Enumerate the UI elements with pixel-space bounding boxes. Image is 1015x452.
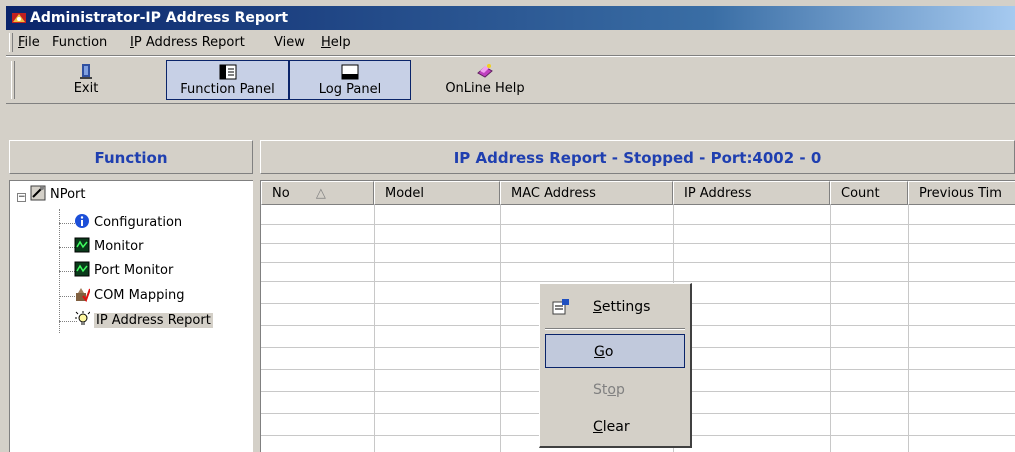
tree-item-label: IP Address Report (94, 313, 213, 328)
tree-item-port-monitor[interactable]: Port Monitor (74, 261, 173, 281)
title-bar[interactable]: Administrator-IP Address Report (6, 6, 1015, 30)
menubar-grip (9, 33, 13, 52)
column-header-ip-address[interactable]: IP Address (673, 181, 830, 205)
function-panel-button[interactable]: Function Panel (166, 60, 289, 100)
menu-file[interactable]: File (18, 34, 40, 52)
settings-menu-item[interactable]: Settings (545, 290, 685, 324)
tree-root-label: NPort (50, 187, 86, 202)
tree-item-configuration[interactable]: Configuration (74, 213, 182, 233)
collapse-icon[interactable]: − (17, 193, 26, 202)
port-monitor-icon (74, 261, 90, 277)
function-panel-label: Function Panel (180, 82, 275, 97)
log-panel-button[interactable]: Log Panel (289, 60, 411, 100)
menu-function[interactable]: Function (52, 34, 107, 52)
menu-ip-address-report[interactable]: IP Address Report (130, 34, 245, 52)
go-menu-item[interactable]: Go (545, 334, 685, 368)
panel-splitter[interactable] (253, 140, 259, 452)
function-panel-header: Function (9, 140, 253, 174)
toolbar-grip (11, 61, 15, 99)
clear-menu-item[interactable]: Clear (545, 410, 685, 444)
window-title: Administrator-IP Address Report (30, 10, 289, 26)
log-panel-label: Log Panel (318, 82, 382, 97)
grid-row-line (261, 243, 1015, 244)
tree-item-monitor[interactable]: Monitor (74, 237, 143, 257)
exit-label: Exit (73, 81, 99, 96)
menu-bar: File Function IP Address Report View Hel… (6, 30, 1015, 56)
exit-button[interactable]: Exit (61, 60, 111, 100)
sort-ascending-icon: △ (315, 186, 326, 201)
nport-device-icon (30, 185, 46, 201)
info-icon (75, 214, 89, 228)
toolbar: Exit Function Panel Log Panel OnLine Hel… (6, 56, 1015, 104)
grid-row-line (261, 224, 1015, 225)
column-header-count[interactable]: Count (830, 181, 908, 205)
stop-menu-item[interactable]: Stop (545, 373, 685, 407)
grid-row-line (261, 281, 1015, 282)
function-panel-icon (219, 64, 236, 80)
online-help-button[interactable]: OnLine Help (421, 60, 549, 100)
tree-item-com-mapping[interactable]: COM Mapping (74, 286, 184, 306)
help-book-icon (477, 64, 493, 78)
column-header-model[interactable]: Model (374, 181, 500, 205)
grid-row-line (261, 262, 1015, 263)
online-help-label: OnLine Help (445, 81, 525, 96)
tree-item-label: COM Mapping (94, 288, 185, 303)
context-menu: Settings Go Stop Clear (539, 283, 692, 448)
menu-help[interactable]: Help (321, 34, 351, 52)
report-status-header: IP Address Report - Stopped - Port:4002 … (260, 140, 1015, 174)
tree-item-label: Monitor (94, 239, 144, 254)
log-panel-icon (341, 64, 359, 80)
com-mapping-icon (76, 288, 90, 302)
column-header-mac-address[interactable]: MAC Address (500, 181, 673, 205)
tree-item-ip-address-report[interactable]: IP Address Report (74, 311, 213, 331)
monitor-icon (74, 237, 90, 253)
menu-separator (545, 328, 685, 330)
tree-item-label: Configuration (94, 215, 183, 230)
function-tree: − NPort Configuration Monitor Port Monit… (9, 180, 253, 452)
column-header-no[interactable]: No △ (261, 181, 374, 205)
tree-root-nport[interactable]: NPort (30, 185, 86, 205)
menu-view[interactable]: View (274, 34, 305, 52)
app-icon (12, 13, 26, 23)
column-header-label: No (272, 186, 290, 201)
column-header-previous-time[interactable]: Previous Tim (908, 181, 1015, 205)
exit-door-icon (80, 64, 92, 79)
tree-item-label: Port Monitor (94, 263, 174, 278)
lightbulb-icon (75, 311, 90, 325)
